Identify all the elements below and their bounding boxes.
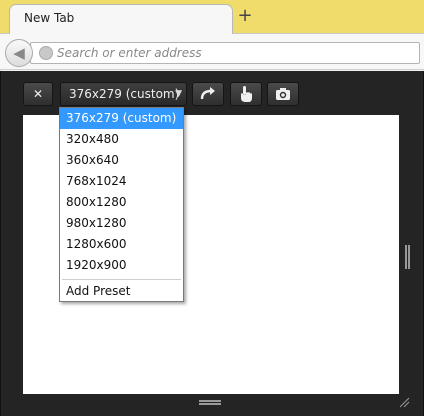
- preset-option[interactable]: 1920x900: [60, 255, 183, 276]
- preset-option[interactable]: 376x279 (custom): [60, 108, 183, 129]
- close-button[interactable]: ✕: [23, 82, 53, 106]
- url-placeholder: Search or enter address: [57, 46, 202, 60]
- rotate-button[interactable]: [192, 82, 224, 106]
- tab-title: New Tab: [24, 11, 75, 25]
- back-button[interactable]: ◀: [5, 39, 33, 67]
- tab-strip: New Tab +: [0, 0, 424, 35]
- preset-select[interactable]: 376x279 (custom) ▼: [60, 82, 187, 106]
- preset-option[interactable]: 1280x600: [60, 234, 183, 255]
- preset-option[interactable]: 320x480: [60, 129, 183, 150]
- corner-resize-grip[interactable]: [398, 393, 410, 408]
- tab-new-tab[interactable]: New Tab: [9, 4, 233, 35]
- navigation-bar: Search or enter address ◀: [0, 34, 424, 70]
- preset-option[interactable]: 768x1024: [60, 171, 183, 192]
- new-tab-button[interactable]: +: [235, 6, 255, 26]
- dropdown-divider: [62, 279, 181, 280]
- chevron-down-icon: ▼: [175, 89, 182, 99]
- resize-grip-icon: [399, 397, 410, 408]
- touch-icon: [241, 86, 252, 102]
- preset-option[interactable]: 360x640: [60, 150, 183, 171]
- globe-icon: [39, 46, 53, 60]
- touch-events-button[interactable]: [230, 82, 262, 106]
- vertical-resize-handle[interactable]: [199, 400, 221, 406]
- screenshot-button[interactable]: [267, 82, 299, 106]
- preset-option[interactable]: 980x1280: [60, 213, 183, 234]
- preset-dropdown-list: 376x279 (custom) 320x480 360x640 768x102…: [59, 107, 184, 302]
- url-bar[interactable]: Search or enter address: [30, 42, 420, 64]
- preset-selected-value: 376x279 (custom): [69, 87, 180, 101]
- add-preset-option[interactable]: Add Preset: [60, 281, 183, 302]
- horizontal-resize-handle[interactable]: [405, 245, 410, 269]
- preset-option[interactable]: 800x1280: [60, 192, 183, 213]
- camera-icon: [276, 88, 290, 100]
- rotate-icon: [200, 87, 215, 100]
